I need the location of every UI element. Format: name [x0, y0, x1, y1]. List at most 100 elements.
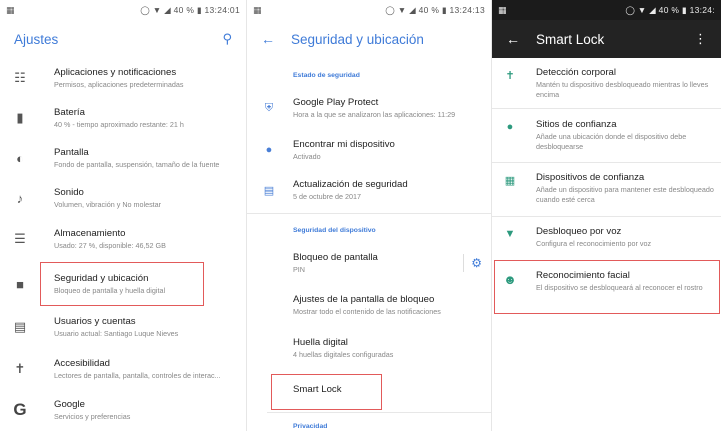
settings-item-accessibility[interactable]: ✝ Accesibilidad Lectores de pantalla, pan… — [0, 349, 246, 389]
voice-unlock-item[interactable]: ▼ Desbloqueo por voz Configura el reconoc… — [492, 226, 721, 249]
battery-icon: ▮ — [196, 4, 205, 15]
trusted-devices-item[interactable]: ▦ Dispositivos de confianza Añade un disp… — [492, 172, 721, 205]
lock-icon: ■ — [16, 276, 24, 292]
item-subtitle: Bloqueo de pantalla y huella digital — [54, 285, 166, 295]
more-options-icon[interactable]: ⋮ — [694, 31, 707, 47]
notification-icon: ▦ — [498, 4, 507, 15]
smart-lock-screen: ▦ ◯ ▼ ◢ 40 % ▮ 13:24: ← Smart Lock ⋮ ✝ D… — [491, 0, 721, 431]
divider — [267, 412, 491, 413]
apps-grid-icon: ☷ — [14, 70, 26, 85]
item-title: Desbloqueo por voz — [536, 226, 622, 237]
battery-icon: ▮ — [16, 110, 24, 125]
status-bar: ▦ ◯ ▼ ◢ 40 % ▮ 13:24:01 — [0, 0, 246, 20]
microphone-icon: ▼ — [504, 228, 516, 240]
map-pin-icon: ● — [506, 121, 514, 133]
divider — [463, 254, 464, 272]
item-subtitle: Configura el reconocimiento por voz — [536, 239, 652, 248]
notification-icon: ▦ — [253, 4, 262, 15]
battery-percent: 40 % — [173, 4, 195, 15]
trusted-places-item[interactable]: ● Sitios de confianza Añade una ubicación… — [492, 119, 721, 152]
item-subtitle: Usuario actual: Santiago Luque Nieves — [54, 328, 179, 338]
fingerprint-item[interactable]: Huella digital 4 huellas digitales config… — [247, 333, 491, 363]
divider — [492, 108, 721, 109]
divider — [492, 162, 721, 163]
page-title: Seguridad y ubicación — [291, 31, 424, 47]
status-bar: ▦ ◯ ▼ ◢ 40 % ▮ 13:24:13 — [247, 0, 491, 20]
security-screen: ▦ ◯ ▼ ◢ 40 % ▮ 13:24:13 ← Seguridad y ub… — [246, 0, 491, 431]
item-subtitle: El dispositivo se desbloqueará al recono… — [536, 283, 703, 292]
item-title: Reconocimiento facial — [536, 270, 630, 281]
volume-icon: ♪ — [16, 190, 24, 206]
clock: 13:24:01 — [204, 4, 240, 15]
item-title: Dispositivos de confianza — [536, 172, 645, 183]
security-update-item[interactable]: ▤ Actualización de seguridad 5 de octubre… — [247, 174, 491, 206]
section-header-device: Seguridad del dispositivo — [293, 227, 376, 234]
item-title: Detección corporal — [536, 67, 616, 78]
face-icon: ☻ — [503, 272, 517, 287]
search-icon[interactable]: ⚲ — [222, 31, 232, 47]
face-recognition-item[interactable]: ☻ Reconocimiento facial El dispositivo se… — [492, 270, 721, 293]
item-title: Bloqueo de pantalla — [293, 251, 378, 263]
item-title: Sitios de confianza — [536, 119, 617, 130]
item-subtitle: 4 huellas digitales configuradas — [293, 349, 394, 359]
play-protect-item[interactable]: ⛨ Google Play Protect Hora a la que se an… — [247, 92, 491, 124]
settings-item-battery[interactable]: ▮ Batería 40 % - tiempo aproximado restan… — [0, 98, 246, 138]
gear-icon[interactable]: ⚙ — [471, 256, 482, 270]
clock: 13:24:13 — [449, 4, 485, 15]
item-subtitle: Añade una ubicación donde el dispositivo… — [536, 132, 687, 151]
divider — [492, 216, 721, 217]
settings-item-users[interactable]: ▤ Usuarios y cuentas Usuario actual: Sant… — [0, 307, 246, 347]
walking-person-icon: ✝ — [505, 70, 515, 82]
item-title: Accesibilidad — [54, 357, 110, 369]
screen-lock-item[interactable]: Bloqueo de pantalla PIN ⚙ — [247, 248, 491, 278]
smart-lock-item[interactable]: Smart Lock — [247, 380, 491, 400]
settings-item-security[interactable]: ■ Seguridad y ubicación Bloqueo de pantal… — [0, 264, 246, 304]
status-icons: ◯ ▼ ◢ — [625, 4, 659, 15]
account-icon: ▤ — [13, 319, 27, 334]
battery-percent: 40 % — [418, 4, 440, 15]
location-icon: ● — [265, 144, 273, 156]
page-title: Smart Lock — [536, 31, 605, 47]
settings-item-sound[interactable]: ♪ Sonido Volumen, vibración y No molestar — [0, 178, 246, 218]
item-subtitle: Activado — [293, 151, 321, 161]
item-subtitle: 40 % - tiempo aproximado restante: 21 h — [54, 119, 184, 129]
status-bar: ▦ ◯ ▼ ◢ 40 % ▮ 13:24: — [492, 0, 721, 20]
item-title: Google Play Protect — [293, 96, 379, 108]
back-arrow-icon[interactable]: ← — [506, 31, 520, 47]
item-title: Batería — [54, 106, 85, 118]
page-title: Ajustes — [14, 31, 59, 47]
item-subtitle: Añade un dispositivo para mantener este … — [536, 185, 714, 204]
item-title: Encontrar mi dispositivo — [293, 138, 395, 150]
notification-icon: ▦ — [6, 4, 15, 15]
item-title: Seguridad y ubicación — [54, 272, 149, 284]
settings-screen: ▦ ◯ ▼ ◢ 40 % ▮ 13:24:01 Ajustes ⚲ ☷ Apli… — [0, 0, 246, 431]
item-subtitle: 5 de octubre de 2017 — [293, 191, 361, 201]
back-arrow-icon[interactable]: ← — [261, 31, 275, 47]
on-body-detection-item[interactable]: ✝ Detección corporal Mantén tu dispositiv… — [492, 67, 721, 100]
item-subtitle: Mostrar todo el contenido de las notific… — [293, 306, 441, 316]
settings-item-google[interactable]: G Google Servicios y preferencias — [0, 390, 246, 430]
item-title: Actualización de seguridad — [293, 178, 408, 190]
shield-icon: ⛨ — [264, 101, 274, 114]
item-subtitle: Permisos, aplicaciones predeterminadas — [54, 79, 184, 89]
app-bar: ← Smart Lock ⋮ — [492, 20, 721, 58]
settings-item-apps[interactable]: ☷ Aplicaciones y notificaciones Permisos,… — [0, 58, 246, 98]
lock-screen-settings-item[interactable]: Ajustes de la pantalla de bloqueo Mostrar… — [247, 290, 491, 320]
battery-percent: 40 % — [658, 4, 680, 15]
item-subtitle: PIN — [293, 264, 305, 274]
section-header-privacy: Privacidad — [293, 423, 328, 430]
app-bar: Ajustes ⚲ — [0, 20, 246, 58]
item-title: Sonido — [54, 186, 84, 198]
find-device-item[interactable]: ● Encontrar mi dispositivo Activado — [247, 134, 491, 166]
status-icons: ◯ ▼ ◢ — [140, 4, 174, 15]
settings-item-display[interactable]: ◐ Pantalla Fondo de pantalla, suspensión,… — [0, 138, 246, 178]
status-icons: ◯ ▼ ◢ — [385, 4, 419, 15]
item-subtitle: Lectores de pantalla, pantalla, controle… — [54, 370, 221, 380]
divider — [247, 213, 491, 214]
battery-icon: ▮ — [681, 4, 690, 15]
item-title: Usuarios y cuentas — [54, 315, 136, 327]
item-subtitle: Servicios y preferencias — [54, 411, 131, 421]
accessibility-icon: ✝ — [14, 361, 26, 376]
settings-item-storage[interactable]: ☰ Almacenamiento Usado: 27 %, disponible:… — [0, 219, 246, 259]
item-subtitle: Mantén tu dispositivo desbloqueado mient… — [536, 80, 709, 99]
